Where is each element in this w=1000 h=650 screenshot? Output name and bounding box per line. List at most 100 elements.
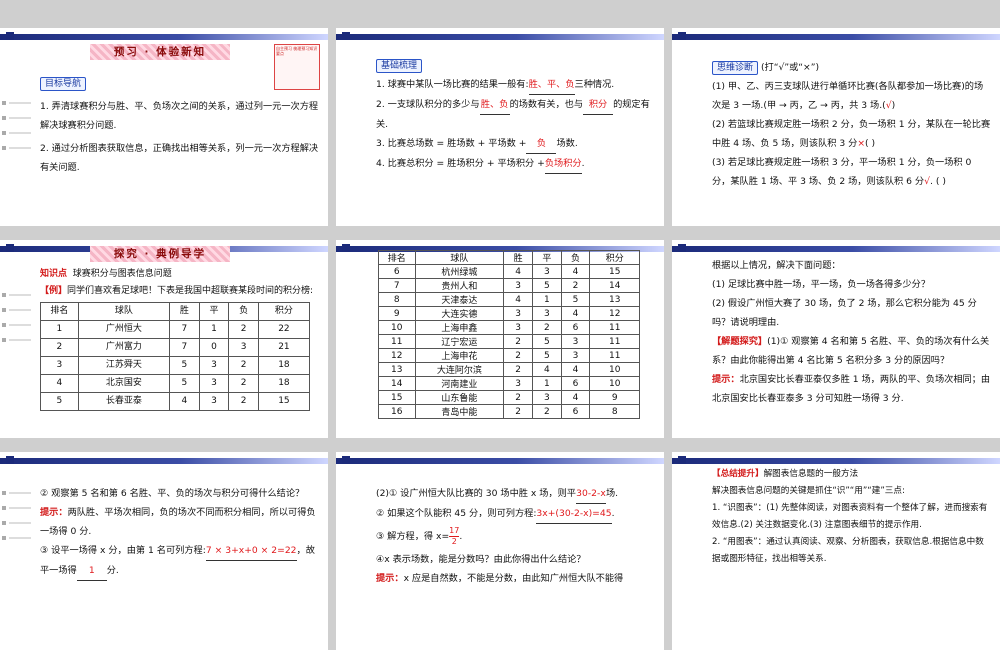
table-cell: 4 <box>560 362 591 377</box>
table-cell: 2 <box>40 338 79 357</box>
table-cell: 9 <box>589 390 640 405</box>
answer-blank: 1 <box>76 561 107 581</box>
table-cell: 1 <box>531 376 562 391</box>
table-cell: 4 <box>560 264 591 279</box>
table-cell: 3 <box>503 306 533 321</box>
table-row: 16 青岛中能 2 2 6 8 <box>378 404 640 419</box>
table-cell: 1 <box>198 320 230 339</box>
table-cell: 1 <box>40 320 79 339</box>
slide-corner-mark <box>678 244 686 252</box>
column-header: 胜 <box>503 250 533 265</box>
table-cell: 大连阿尔滨 <box>414 362 505 377</box>
slide-1[interactable]: 预习 · 体验新知 自主预习 梳理预习知识要点 目标导航 1. 弄清球赛积分与胜… <box>0 28 328 226</box>
table-cell: 3 <box>560 334 591 349</box>
slide-8[interactable]: (2)① 设广州恒大队比赛的 30 场中胜 x 场，则平30-2-x场. ② 如… <box>336 452 664 650</box>
knowledge-point: 知识点 球赛积分与图表信息问题 <box>40 269 172 279</box>
answer-blank: 负场积分 <box>544 154 582 174</box>
banner-text: 预习 · 体验新知 <box>113 46 207 58</box>
table-row: 5 长春亚泰 4 3 2 15 <box>40 392 311 411</box>
sidebar-nav <box>0 290 34 350</box>
table-cell: 4 <box>560 390 591 405</box>
table-cell: 广州恒大 <box>77 320 171 339</box>
hint: 提示：x 应是自然数，不能是分数，由此知广州恒大队不能得 <box>376 573 624 584</box>
table-cell: 4 <box>531 362 562 377</box>
standings-table: 排名 球队胜平负积分 6 杭州绿城 4 3 4 15 7 贵州人和 3 5 2 14 8 天津泰达 4 1 5 13 9… <box>378 250 640 419</box>
table-row: 14 河南建业 3 1 6 10 <box>378 376 640 391</box>
table-cell: 8 <box>378 292 416 307</box>
table-cell: 9 <box>378 306 416 321</box>
table-cell: 上海申鑫 <box>414 320 505 335</box>
table-cell: 5 <box>169 356 200 375</box>
slide-top-bar <box>672 246 1000 252</box>
table-cell: 8 <box>589 404 640 419</box>
table-cell: 11 <box>589 334 640 349</box>
table-cell: 1 <box>531 292 562 307</box>
column-header: 积分 <box>257 302 311 321</box>
slide-corner-mark <box>678 32 686 40</box>
basics-line-4: 4. 比赛总积分 = 胜场积分 + 平场积分 +负场积分. <box>376 154 656 174</box>
table-cell: 2 <box>503 334 533 349</box>
slide-corner-mark <box>6 244 14 252</box>
table-cell: 16 <box>378 404 416 419</box>
table-cell: 2 <box>228 356 259 375</box>
slide-5[interactable]: 排名 球队胜平负积分 6 杭州绿城 4 3 4 15 7 贵州人和 3 5 2 14 8 天津泰达 4 1 5 13 9… <box>336 240 664 438</box>
answer-blank: 3x+(30-2-x)=45 <box>536 504 612 524</box>
fraction: 17 2 <box>449 526 460 547</box>
section-banner: 预习 · 体验新知 <box>90 44 230 60</box>
section-banner: 探究 · 典例导学 <box>90 246 230 262</box>
table-cell: 4 <box>503 292 533 307</box>
questions-intro: 根据以上情况，解决下面问题： <box>712 260 841 271</box>
table-cell: 7 <box>378 278 416 293</box>
slide-2[interactable]: 基础梳理 1. 球赛中某队一场比赛的结果一般有:胜、平、负三种情况. 2. 一支… <box>336 28 664 226</box>
fraction-denominator: 2 <box>451 537 457 546</box>
basics-line-3: 3. 比赛总场数 = 胜场数 + 平场数 + 负场数. <box>376 134 656 154</box>
column-header: 平 <box>198 302 230 321</box>
step-4: ④x 表示场数，能是分数吗？由此你得出什么结论？ <box>376 554 586 565</box>
table-cell: 北京国安 <box>77 374 171 393</box>
column-header: 积分 <box>589 250 640 265</box>
cross-mark: × <box>857 138 866 149</box>
column-header: 负 <box>228 302 259 321</box>
example-text: 【例】同学们喜欢看足球吧！下表是我国中超联赛某段时间的积分榜: <box>40 286 314 296</box>
table-cell: 12 <box>378 348 416 363</box>
table-cell: 12 <box>589 306 640 321</box>
slide-corner-mark <box>342 456 350 464</box>
summary-line-2: 1. “识图表”：(1) 先整体阅读，对图表资料有一个整体了解，进而搜索有效信息… <box>712 503 988 530</box>
slide-3[interactable]: 思维诊断 (打“√”或“×”) (1) 甲、乙、丙三支球队进行单循环比赛(各队都… <box>672 28 1000 226</box>
column-header: 排名 <box>378 250 416 265</box>
table-row: 6 杭州绿城 4 3 4 15 <box>378 264 640 279</box>
table-row: 7 贵州人和 3 5 2 14 <box>378 278 640 293</box>
table-cell: 6 <box>560 404 591 419</box>
table-cell: 3 <box>503 320 533 335</box>
table-cell: 山东鲁能 <box>414 390 505 405</box>
slide-top-bar <box>336 34 664 40</box>
table-cell: 22 <box>257 320 311 339</box>
table-cell: 青岛中能 <box>414 404 505 419</box>
table-cell: 3 <box>40 356 79 375</box>
slide-4[interactable]: 探究 · 典例导学 知识点 球赛积分与图表信息问题 【例】同学们喜欢看足球吧！下… <box>0 240 328 438</box>
table-cell: 5 <box>531 278 562 293</box>
slide-corner-mark <box>6 456 14 464</box>
answer-blank: 负 <box>526 134 557 154</box>
table-cell: 3 <box>198 392 230 411</box>
step-1: (2)① 设广州恒大队比赛的 30 场中胜 x 场，则平30-2-x场. <box>376 484 656 504</box>
table-cell: 2 <box>531 320 562 335</box>
table-row: 3 江苏舜天 5 3 2 18 <box>40 356 311 375</box>
diagnosis-instruction: (打“√”或“×”) <box>760 62 820 73</box>
slide-6[interactable]: 根据以上情况，解决下面问题： (1) 足球比赛中胜一场，平一场，负一场各得多少分… <box>672 240 1000 438</box>
slide-9[interactable]: 【总结提升】解图表信息题的一般方法 解决图表信息问题的关键是抓住“识”“用”“建… <box>672 452 1000 650</box>
sidebar-nav <box>0 98 34 158</box>
slide-7[interactable]: ② 观察第 5 名和第 6 名胜、平、负的场次与积分可得什么结论？ 提示：两队胜… <box>0 452 328 650</box>
table-cell: 2 <box>228 374 259 393</box>
table-cell: 21 <box>257 338 311 357</box>
table-cell: 4 <box>40 374 79 393</box>
column-header: 球队 <box>414 250 505 265</box>
nav-title-tag: 目标导航 <box>40 77 87 91</box>
table-cell: 15 <box>589 264 640 279</box>
table-cell: 11 <box>589 348 640 363</box>
equation-line: ③ 设平一场得 x 分，由第 1 名可列方程:7 × 3+x+0 × 2=22，… <box>40 541 320 581</box>
table-cell: 14 <box>589 278 640 293</box>
table-cell: 4 <box>560 306 591 321</box>
column-header: 平 <box>531 250 562 265</box>
table-cell: 5 <box>40 392 79 411</box>
